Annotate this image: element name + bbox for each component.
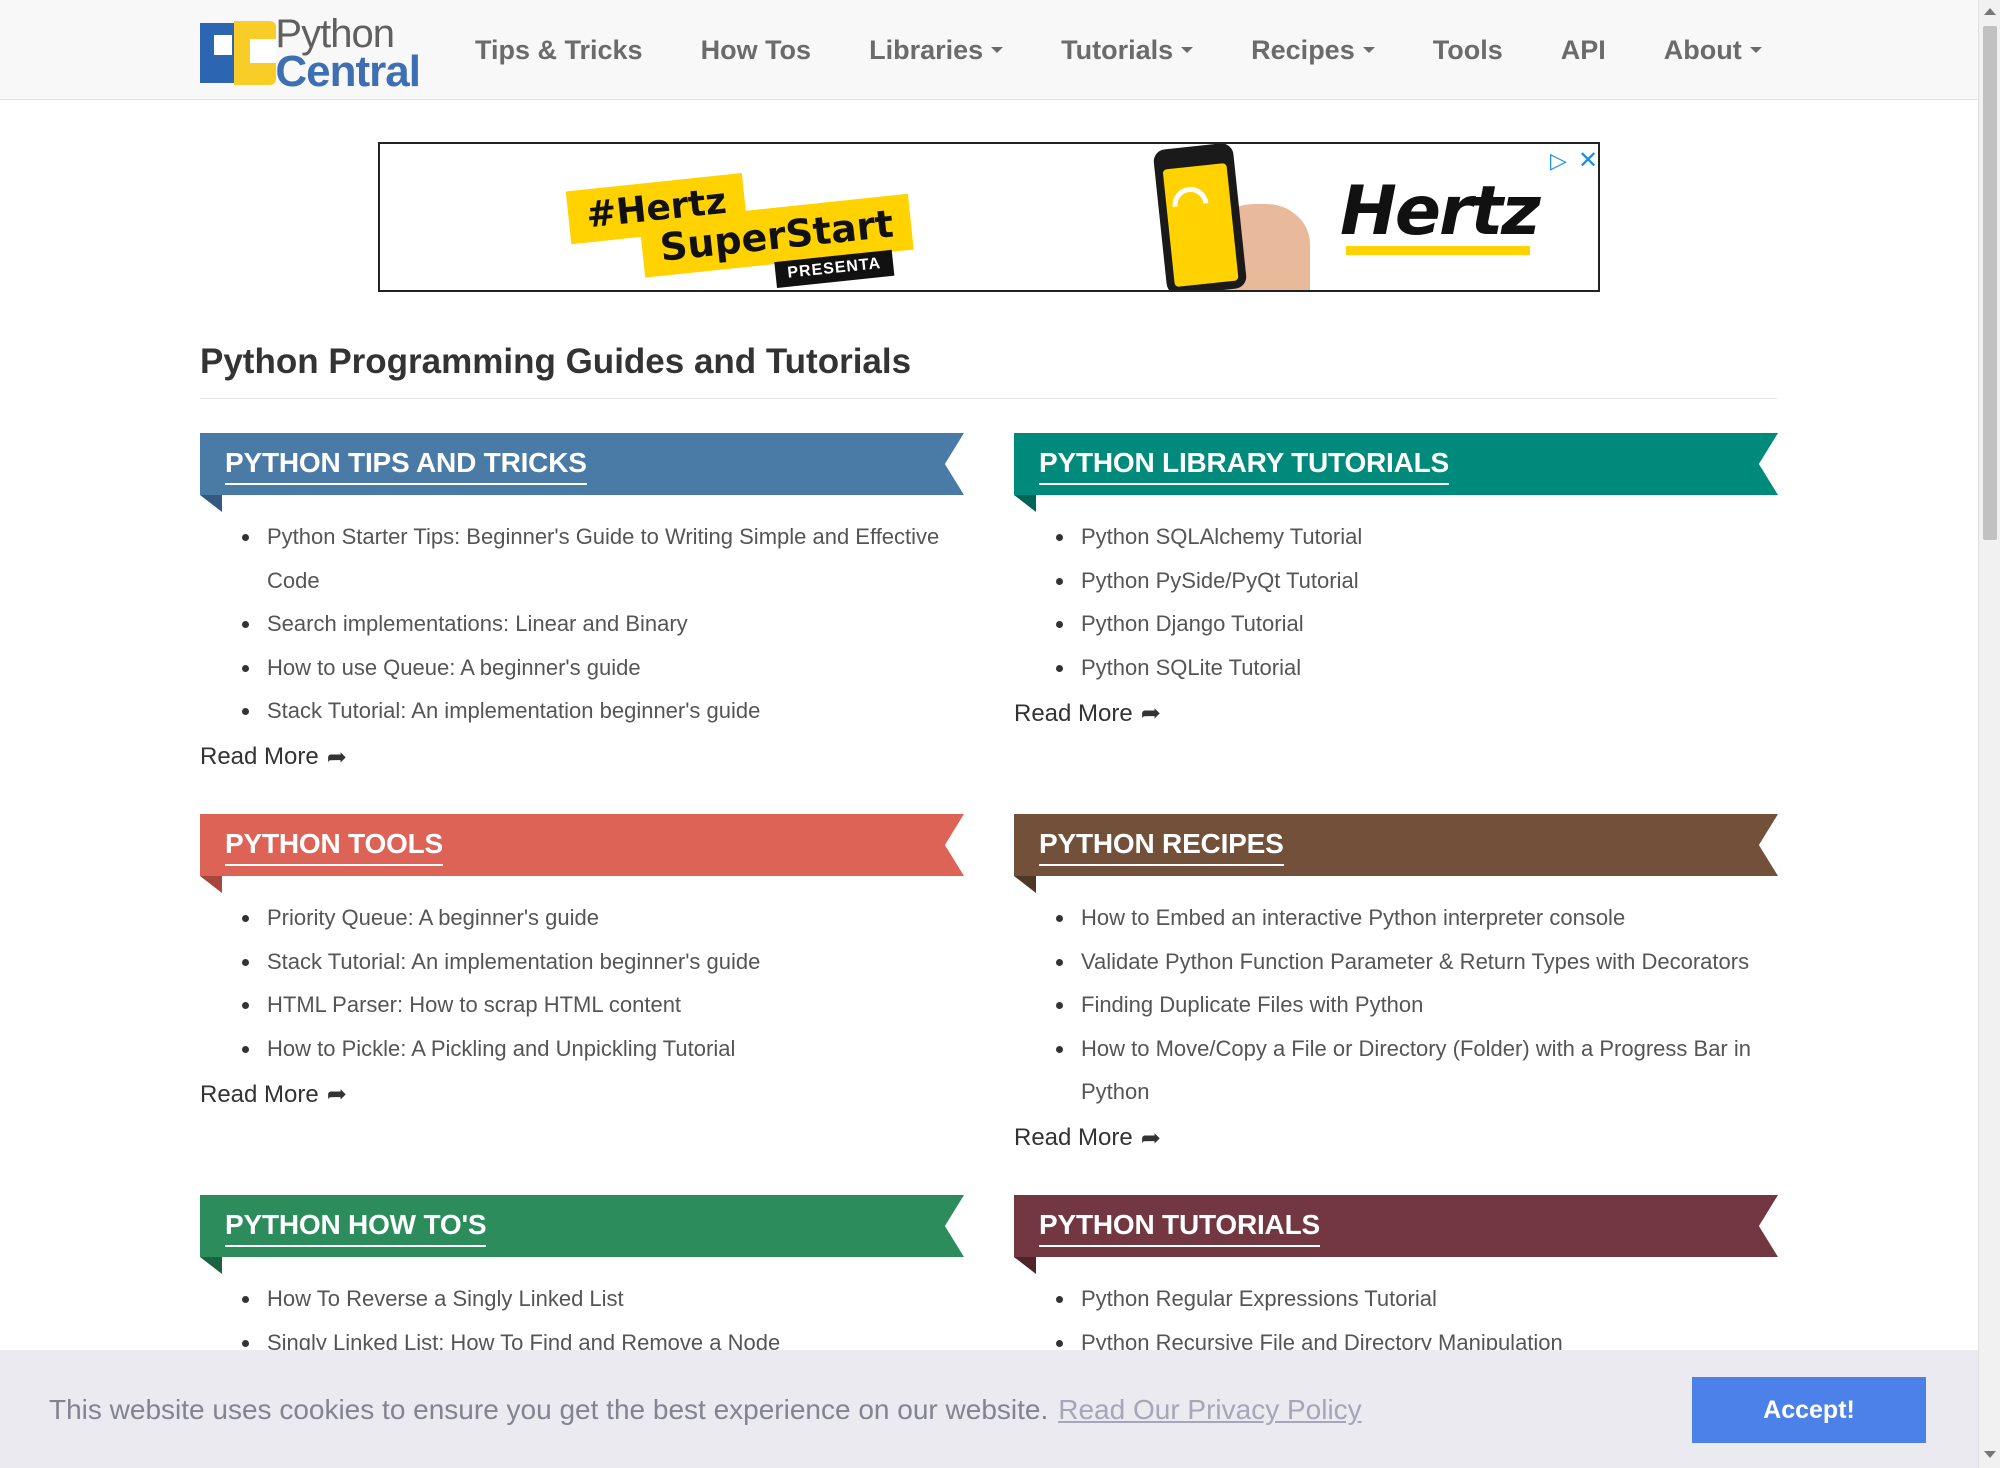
scroll-up-icon[interactable] [1984, 8, 1996, 15]
nav-about[interactable]: About [1664, 35, 1762, 66]
section-link-list: Python Starter Tips: Beginner's Guide to… [200, 515, 964, 733]
share-arrow-icon: ➦ [326, 743, 347, 771]
main-nav: Tips & Tricks How Tos Libraries Tutorial… [446, 0, 1791, 100]
read-more-link[interactable]: Read More ➦ [1014, 699, 1161, 728]
section-link[interactable]: Priority Queue: A beginner's guide [200, 896, 964, 940]
section-banner: PYTHON TIPS AND TRICKS [200, 433, 964, 512]
section-banner: PYTHON TUTORIALS [1014, 1195, 1778, 1274]
nav-api[interactable]: API [1561, 35, 1606, 66]
nav-tools[interactable]: Tools [1433, 35, 1503, 66]
nav-recipes[interactable]: Recipes [1251, 35, 1375, 66]
ad-brand-logo: Hertz [1340, 172, 1541, 251]
section-link[interactable]: How to Pickle: A Pickling and Unpickling… [200, 1027, 964, 1071]
chevron-down-icon [1362, 47, 1375, 53]
section-link[interactable]: HTML Parser: How to scrap HTML content [200, 983, 964, 1027]
ad-phone-image [1152, 144, 1248, 290]
section-title[interactable]: PYTHON RECIPES [1039, 828, 1284, 866]
section-title[interactable]: PYTHON TUTORIALS [1039, 1209, 1320, 1247]
section-link[interactable]: Stack Tutorial: An implementation beginn… [200, 689, 964, 733]
section-library-tutorials: PYTHON LIBRARY TUTORIALS Python SQLAlche… [1014, 433, 1778, 728]
scrollbar-thumb[interactable] [1983, 26, 1997, 540]
share-arrow-icon: ➦ [1140, 1124, 1161, 1152]
section-link-list: Priority Queue: A beginner's guide Stack… [200, 896, 964, 1070]
section-banner: PYTHON HOW TO'S [200, 1195, 964, 1274]
section-link-list: How to Embed an interactive Python inter… [1014, 896, 1778, 1114]
section-title[interactable]: PYTHON TOOLS [225, 828, 443, 866]
ad-sticker: #Hertz SuperStart PRESENTA [565, 157, 914, 289]
section-link[interactable]: How to Move/Copy a File or Directory (Fo… [1014, 1027, 1778, 1114]
section-recipes: PYTHON RECIPES How to Embed an interacti… [1014, 814, 1778, 1153]
nav-libraries[interactable]: Libraries [869, 35, 1004, 66]
ad-close-icon[interactable]: ✕ [1578, 146, 1598, 175]
section-tools: PYTHON TOOLS Priority Queue: A beginner'… [200, 814, 964, 1109]
scroll-down-icon[interactable] [1984, 1451, 1996, 1458]
logo-text-line2: Central [275, 47, 421, 97]
cookie-consent-bar: This website uses cookies to ensure you … [0, 1350, 1978, 1468]
read-more-link[interactable]: Read More ➦ [200, 1080, 347, 1109]
section-link[interactable]: How to use Queue: A beginner's guide [200, 646, 964, 690]
ad-choices-icon[interactable]: ▷ [1550, 148, 1567, 174]
section-link[interactable]: Validate Python Function Parameter & Ret… [1014, 940, 1778, 984]
ad-brand-underline [1346, 246, 1530, 255]
chevron-down-icon [1749, 47, 1762, 53]
chevron-down-icon [1181, 47, 1194, 53]
read-more-link[interactable]: Read More ➦ [200, 743, 347, 772]
section-title[interactable]: PYTHON TIPS AND TRICKS [225, 447, 587, 485]
nav-tutorials[interactable]: Tutorials [1061, 35, 1194, 66]
section-tips-and-tricks: PYTHON TIPS AND TRICKS Python Starter Ti… [200, 433, 964, 772]
cookie-message: This website uses cookies to ensure you … [49, 1394, 1362, 1425]
share-arrow-icon: ➦ [326, 1081, 347, 1108]
nav-tips-tricks[interactable]: Tips & Tricks [475, 35, 643, 66]
section-link[interactable]: Finding Duplicate Files with Python [1014, 983, 1778, 1027]
section-title[interactable]: PYTHON LIBRARY TUTORIALS [1039, 447, 1449, 485]
chevron-down-icon [991, 47, 1004, 53]
section-link[interactable]: How to Embed an interactive Python inter… [1014, 896, 1778, 940]
accept-cookies-button[interactable]: Accept! [1692, 1377, 1926, 1443]
privacy-policy-link[interactable]: Read Our Privacy Policy [1058, 1394, 1361, 1425]
section-banner: PYTHON TOOLS [200, 814, 964, 893]
share-arrow-icon: ➦ [1140, 700, 1161, 727]
site-logo[interactable]: Python Central [200, 14, 421, 97]
nav-how-tos[interactable]: How Tos [701, 35, 812, 66]
section-link[interactable]: Python Starter Tips: Beginner's Guide to… [200, 515, 964, 602]
section-title[interactable]: PYTHON HOW TO'S [225, 1209, 487, 1247]
python-central-logo-icon [200, 21, 276, 87]
section-banner: PYTHON RECIPES [1014, 814, 1778, 893]
section-banner: PYTHON LIBRARY TUTORIALS [1014, 433, 1778, 512]
ad-banner[interactable]: #Hertz SuperStart PRESENTA Hertz ▷ ✕ [378, 142, 1600, 292]
section-link[interactable]: Python PySide/PyQt Tutorial [1014, 559, 1778, 603]
section-link[interactable]: Python Regular Expressions Tutorial [1014, 1277, 1778, 1321]
section-link-list: Python SQLAlchemy Tutorial Python PySide… [1014, 515, 1778, 689]
top-navbar: Python Central Tips & Tricks How Tos Lib… [0, 0, 1978, 100]
page-scrollbar[interactable] [1978, 0, 2000, 1468]
read-more-link[interactable]: Read More ➦ [1014, 1124, 1161, 1153]
section-link[interactable]: Stack Tutorial: An implementation beginn… [200, 940, 964, 984]
section-link[interactable]: Python SQLite Tutorial [1014, 646, 1778, 690]
section-how-tos: PYTHON HOW TO'S How To Reverse a Singly … [200, 1195, 964, 1364]
section-link[interactable]: Python Django Tutorial [1014, 602, 1778, 646]
page-title: Python Programming Guides and Tutorials [200, 342, 912, 381]
section-link[interactable]: How To Reverse a Singly Linked List [200, 1277, 964, 1321]
title-divider [200, 398, 1778, 399]
logo-text: Python Central [275, 14, 421, 97]
section-link[interactable]: Search implementations: Linear and Binar… [200, 602, 964, 646]
section-tutorials: PYTHON TUTORIALS Python Regular Expressi… [1014, 1195, 1778, 1364]
section-link[interactable]: Python SQLAlchemy Tutorial [1014, 515, 1778, 559]
